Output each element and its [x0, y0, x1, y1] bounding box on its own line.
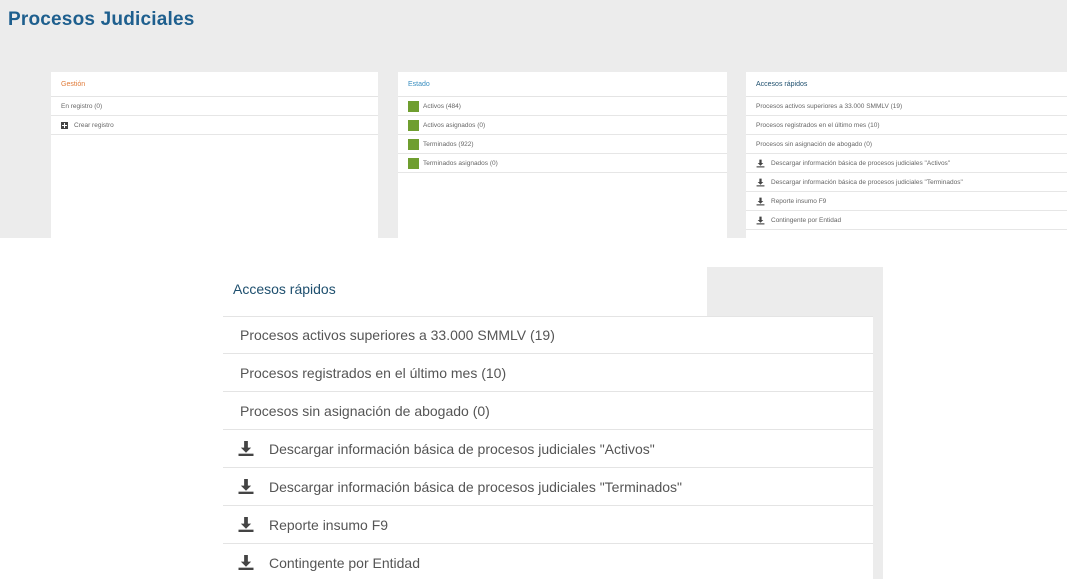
estado-panel-title: Estado: [398, 72, 644, 96]
zoomed-quick-links: Procesos activos superiores a 33.000 SMM…: [223, 316, 873, 579]
quick-link-activos-superiores[interactable]: Procesos activos superiores a 33.000 SMM…: [223, 316, 873, 354]
download-icon: [238, 555, 254, 570]
list-item-label: Contingente por Entidad: [269, 554, 420, 571]
list-item-label: Descargar información básica de procesos…: [771, 178, 963, 186]
gestion-panel: Gestión En registro (0) Crear registro: [51, 72, 378, 238]
download-icon: [756, 197, 765, 205]
list-item-label: Contingente por Entidad: [771, 216, 842, 224]
accesos-panel-title: Accesos rápidos: [746, 72, 991, 96]
create-record-link[interactable]: Crear registro: [51, 116, 378, 135]
gestion-panel-title: Gestión: [51, 72, 296, 96]
page-title: Procesos Judiciales: [8, 9, 195, 30]
download-link-activos[interactable]: Descargar información básica de procesos…: [223, 430, 873, 468]
download-link-terminados[interactable]: Descargar información básica de procesos…: [223, 468, 873, 506]
list-item-label: Activos (484): [423, 102, 461, 110]
list-item-label: Reporte insumo F9: [771, 197, 827, 205]
status-item-activos[interactable]: Activos (484): [398, 97, 727, 116]
status-square-icon: [408, 157, 419, 169]
status-item-activos-asignados[interactable]: Activos asignados (0): [398, 116, 727, 135]
status-item-terminados-asignados[interactable]: Terminados asignados (0): [398, 154, 727, 173]
zoomed-panel-title: Accesos rápidos: [233, 281, 336, 297]
list-item-label: Activos asignados (0): [423, 121, 486, 129]
download-icon: [238, 517, 254, 532]
quick-link-registrados-mes[interactable]: Procesos registrados en el último mes (1…: [746, 116, 1067, 135]
download-link-activos[interactable]: Descargar información básica de procesos…: [746, 154, 1067, 173]
download-icon: [238, 479, 254, 494]
download-link-terminados[interactable]: Descargar información básica de procesos…: [746, 173, 1067, 192]
list-item-label: Descargar información básica de procesos…: [269, 478, 683, 495]
status-item-terminados[interactable]: Terminados (922): [398, 135, 727, 154]
status-square-icon: [408, 119, 419, 131]
list-item-label: Procesos sin asignación de abogado (0): [756, 140, 872, 148]
list-item-label: Terminados asignados (0): [423, 159, 498, 167]
download-link-reporte-f9[interactable]: Reporte insumo F9: [746, 192, 1067, 211]
list-item-en-registro[interactable]: En registro (0): [51, 97, 378, 116]
status-square-icon: [408, 100, 419, 112]
list-item-label: Reporte insumo F9: [269, 516, 389, 533]
list-item-label: Procesos activos superiores a 33.000 SMM…: [240, 327, 555, 343]
list-item-label: Descargar información básica de procesos…: [269, 440, 655, 457]
quick-link-activos-superiores[interactable]: Procesos activos superiores a 33.000 SMM…: [746, 97, 1067, 116]
list-item-label: Procesos sin asignación de abogado (0): [240, 402, 490, 419]
quick-link-sin-asignacion[interactable]: Procesos sin asignación de abogado (0): [746, 135, 1067, 154]
list-item-label: Procesos registrados en el último mes (1…: [756, 121, 880, 129]
list-item-label: Procesos activos superiores a 33.000 SMM…: [756, 102, 903, 110]
status-square-icon: [408, 138, 419, 150]
plus-square-icon: [61, 121, 68, 129]
list-item-label: Descargar información básica de procesos…: [771, 159, 951, 167]
download-icon: [756, 216, 765, 224]
quick-link-registrados-mes[interactable]: Procesos registrados en el último mes (1…: [223, 354, 873, 392]
accesos-panel: Accesos rápidos Procesos activos superio…: [746, 72, 1067, 238]
download-link-reporte-f9[interactable]: Reporte insumo F9: [223, 506, 873, 544]
list-item-label: Procesos registrados en el último mes (1…: [240, 364, 507, 381]
download-link-contingente[interactable]: Contingente por Entidad: [746, 211, 1067, 230]
quick-link-sin-asignacion[interactable]: Procesos sin asignación de abogado (0): [223, 392, 873, 430]
zoomed-panel-edge: [873, 316, 883, 579]
list-item-label: Terminados (922): [423, 140, 474, 148]
estado-panel: Estado Activos (484) Activos asignados (…: [398, 72, 727, 238]
download-link-contingente[interactable]: Contingente por Entidad: [223, 544, 873, 579]
list-item-label: Crear registro: [74, 121, 114, 129]
list-item-label: En registro (0): [61, 102, 103, 110]
download-icon: [756, 178, 765, 186]
download-icon: [756, 159, 765, 167]
download-icon: [238, 441, 254, 456]
